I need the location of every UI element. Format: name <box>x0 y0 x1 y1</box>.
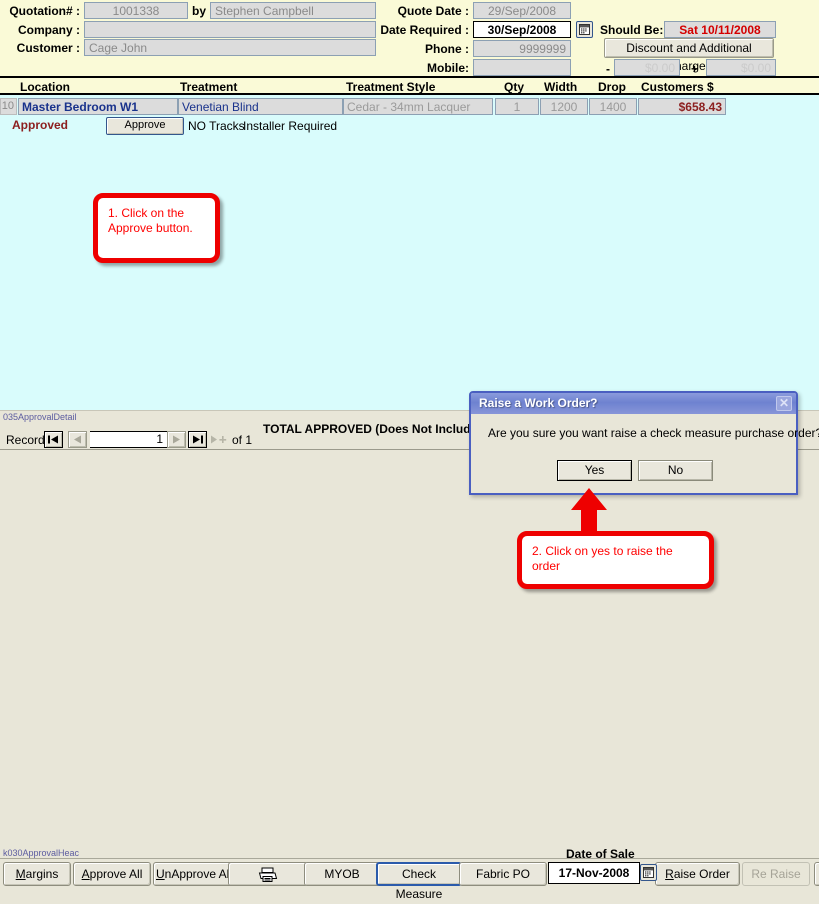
salesperson-field[interactable]: Stephen Campbell <box>210 2 376 19</box>
cell-treatment[interactable]: Venetian Blind <box>178 98 343 115</box>
company-field[interactable] <box>84 21 376 38</box>
record-of-label: of 1 <box>232 433 252 447</box>
phone-label: Phone : <box>425 42 469 56</box>
of-text: of <box>232 433 243 447</box>
by-label: by <box>192 4 207 18</box>
callout-1: 1. Click on the Approve button. <box>93 193 220 263</box>
note-installer-required: Installer Required <box>243 119 338 133</box>
dialog-yes-button[interactable]: Yes <box>557 460 632 481</box>
approve-button[interactable]: Approve <box>106 117 184 135</box>
quote-date-label: Quote Date : <box>397 4 469 18</box>
column-header-drop[interactable]: Drop <box>598 80 626 94</box>
re-raise-button: Re Raise <box>742 862 810 886</box>
check-measure-button[interactable]: Check Measure <box>376 862 462 901</box>
print-button[interactable] <box>228 862 308 886</box>
column-header-treatment-style[interactable]: Treatment Style <box>346 80 435 94</box>
cell-width[interactable]: 1200 <box>540 98 588 115</box>
customer-field[interactable]: Cage John <box>84 39 376 56</box>
customer-label: Customer : <box>16 41 80 55</box>
mobile-label: Mobile: <box>427 61 469 75</box>
printer-icon <box>258 867 278 883</box>
last-record-icon[interactable] <box>188 431 207 448</box>
raise-order-button[interactable]: Raise Order <box>655 862 740 886</box>
should-be-label: Should Be: <box>600 23 664 37</box>
column-header-width[interactable]: Width <box>544 80 577 94</box>
dialog-title-bar[interactable]: Raise a Work Order? ✕ <box>471 393 796 414</box>
minus-sign-label: - <box>606 62 610 76</box>
cell-qty[interactable]: 1 <box>495 98 539 115</box>
cell-location[interactable]: Master Bedroom W1 <box>18 98 178 115</box>
dialog-title-text: Raise a Work Order? <box>479 396 598 410</box>
plus-sign-label: + <box>691 62 699 76</box>
column-header-customers-dollar[interactable]: Customers $ <box>641 80 714 94</box>
next-record-icon[interactable] <box>167 431 186 448</box>
fabric-po-button[interactable]: Fabric PO <box>459 862 547 886</box>
date-of-sale-calendar-icon[interactable] <box>640 864 657 881</box>
callout-2-text: 2. Click on yes to raise the order <box>532 544 673 573</box>
quote-date-field[interactable]: 29/Sep/2008 <box>473 2 571 19</box>
dialog-no-button[interactable]: No <box>638 460 713 481</box>
subform-code-label: 035ApprovalDetail <box>3 412 77 422</box>
margins-button-rest: argins <box>25 867 59 881</box>
record-navigator: Record: 1 of 1 <box>0 430 480 452</box>
treatment-rows-area: 10 Master Bedroom W1 Venetian Blind Ceda… <box>0 95 819 410</box>
column-header-location[interactable]: Location <box>20 80 70 94</box>
should-be-value: Sat 10/11/2008 <box>664 21 776 38</box>
company-label: Company : <box>17 23 80 37</box>
approve-all-button[interactable]: Approve All <box>73 862 151 886</box>
dialog-message: Are you sure you want raise a check meas… <box>488 426 819 440</box>
date-of-sale-field[interactable]: 17-Nov-2008 <box>548 862 640 884</box>
date-required-label: Date Required : <box>380 23 469 37</box>
column-header-treatment[interactable]: Treatment <box>180 80 237 94</box>
callout-2: 2. Click on yes to raise the order <box>517 531 714 589</box>
column-header-qty[interactable]: Qty <box>504 80 524 94</box>
callout-1-text: 1. Click on the Approve button. <box>108 206 193 235</box>
previous-record-icon[interactable] <box>68 431 87 448</box>
bottom-toolbar: Margins Approve All UnApprove All MYOB C… <box>0 858 819 901</box>
discount-and-additional-charges-button[interactable]: Discount and Additional Charges <box>604 38 774 73</box>
treatment-table-header: Location Treatment Treatment Style Qty W… <box>0 78 819 95</box>
new-record-icon[interactable] <box>209 431 228 448</box>
record-total: 1 <box>245 433 253 447</box>
discount-amount-field[interactable]: $0.00 <box>614 59 680 76</box>
margins-button[interactable]: Margins <box>3 862 71 886</box>
raise-work-order-dialog: Raise a Work Order? ✕ Are you sure you w… <box>469 391 819 495</box>
additional-amount-field[interactable]: $0.00 <box>706 59 776 76</box>
cell-customers-dollar[interactable]: $658.43 <box>638 98 726 115</box>
quotation-header-form: Quotation# : 1001338 by Stephen Campbell… <box>0 0 819 78</box>
record-label: Record: <box>6 433 49 447</box>
form-code-label: k030ApprovalHeac <box>3 848 80 858</box>
date-required-field[interactable]: 30/Sep/2008 <box>473 21 571 38</box>
row-number[interactable]: 10 <box>0 98 17 115</box>
unapprove-all-button[interactable]: UnApprove All <box>153 862 235 886</box>
unapprove-all-button-rest: nApprove All <box>164 867 233 881</box>
phone-field[interactable]: 9999999 <box>473 40 571 57</box>
raise-order-button-rest: aise Order <box>673 867 730 881</box>
callout-2-arrow <box>567 488 611 536</box>
row-status-approved: Approved <box>12 118 69 132</box>
mobile-field[interactable] <box>473 59 571 76</box>
overflow-button[interactable] <box>814 862 819 886</box>
quotation-number-field[interactable]: 1001338 <box>84 2 188 19</box>
cell-drop[interactable]: 1400 <box>589 98 637 115</box>
approve-all-button-rest: pprove All <box>89 867 143 881</box>
cell-treatment-style[interactable]: Cedar - 34mm Lacquer <box>343 98 493 115</box>
first-record-icon[interactable] <box>44 431 63 448</box>
record-number-input[interactable]: 1 <box>90 431 167 448</box>
application-window: Quotation# : 1001338 by Stephen Campbell… <box>0 0 819 901</box>
quotation-number-label: Quotation# : <box>9 4 80 18</box>
note-no-tracks: NO Tracks <box>188 119 245 133</box>
calendar-icon[interactable] <box>576 21 593 38</box>
close-icon[interactable]: ✕ <box>776 396 792 411</box>
myob-button[interactable]: MYOB <box>304 862 380 886</box>
